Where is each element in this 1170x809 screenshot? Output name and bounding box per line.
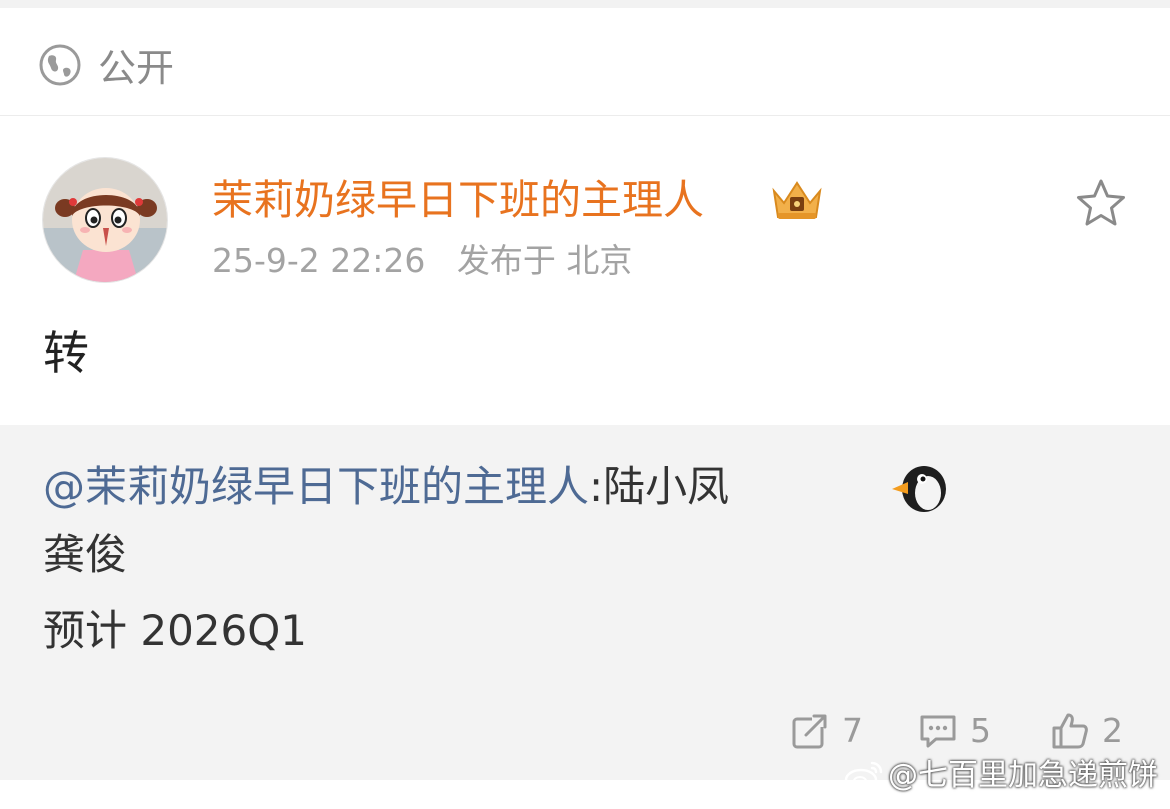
visibility-label: 公开: [98, 46, 175, 90]
crown-icon: [772, 181, 822, 219]
globe-icon: [39, 44, 81, 86]
top-divider: [0, 0, 1170, 8]
weibo-logo-icon: [844, 761, 883, 792]
repost-button[interactable]: 7: [790, 711, 863, 751]
comment-button[interactable]: 5: [918, 711, 991, 751]
repost-header: @茉莉奶绿早日下班的主理人:陆小凤: [43, 461, 729, 513]
post-text: 转: [43, 326, 89, 380]
repost-line-2: 龚俊: [43, 530, 128, 579]
repost-line-3: 预计 2026Q1: [43, 606, 308, 655]
visibility-row: 公开: [0, 8, 1170, 116]
watermark: @七百里加急递煎饼: [844, 756, 1158, 796]
post-timestamp: 25-9-2 22:26: [212, 241, 426, 280]
reposted-content[interactable]: @茉莉奶绿早日下班的主理人:陆小凤 龚俊 预计 2026Q1 7 5 2: [0, 425, 1170, 780]
repost-icon: [792, 713, 828, 749]
like-button[interactable]: 2: [1050, 711, 1123, 751]
author-name[interactable]: 茉莉奶绿早日下班的主理人: [212, 175, 704, 225]
post-meta: 25-9-2 22:26 发布于 北京: [212, 241, 632, 281]
post-card: 茉莉奶绿早日下班的主理人 25-9-2 22:26 发布于 北京 转: [0, 117, 1170, 425]
star-icon[interactable]: [1074, 177, 1128, 229]
avatar[interactable]: [42, 157, 168, 283]
thumbs-up-icon: [1052, 713, 1088, 749]
repost-text: :陆小凤: [589, 462, 730, 511]
repost-count: 7: [842, 711, 863, 750]
like-count: 2: [1102, 711, 1123, 750]
watermark-text: @七百里加急递煎饼: [888, 758, 1158, 793]
post-location: 发布于 北京: [456, 241, 633, 280]
penguin-emoji: [892, 466, 946, 512]
comment-count: 5: [970, 711, 991, 750]
mention-link[interactable]: @茉莉奶绿早日下班的主理人: [43, 462, 589, 511]
comment-icon: [920, 715, 956, 748]
